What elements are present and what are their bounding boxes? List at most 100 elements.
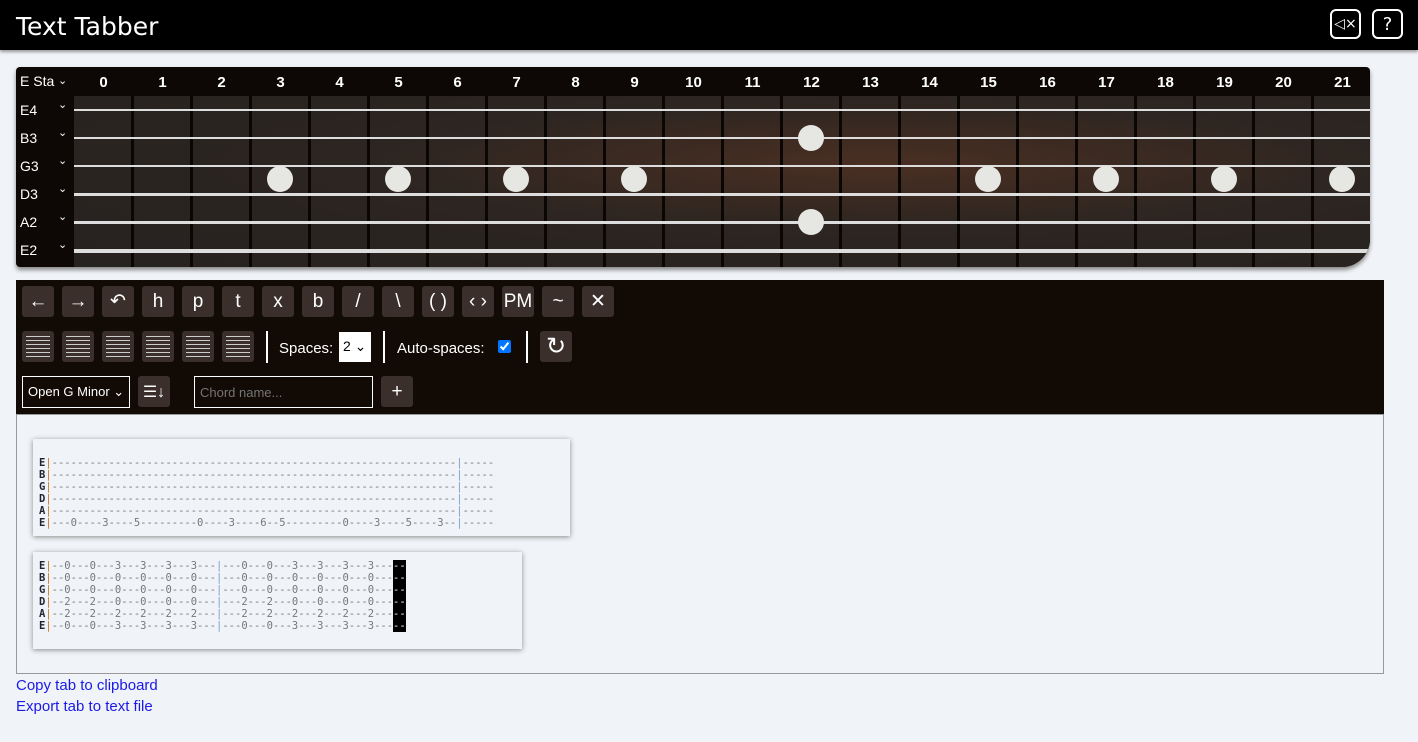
tab-measure[interactable]: ----- (463, 493, 495, 505)
tab-measure[interactable]: ----------------------------------------… (52, 457, 457, 469)
tab-measure[interactable]: ----------------------------------------… (52, 469, 457, 481)
tab-measure[interactable]: --2---2---0---0---0---0--- (52, 596, 216, 608)
fret-marker (1093, 166, 1119, 192)
fret-wire (662, 96, 665, 267)
tab-line[interactable]: G|--------------------------------------… (39, 481, 570, 493)
tab-measure[interactable]: ---0---0---3---3---3---3--- (222, 560, 393, 572)
tab-measure[interactable]: --0---0---0---0---0---0--- (52, 584, 216, 596)
mute-button[interactable]: x (262, 286, 294, 317)
tab-measure[interactable]: --2---2---2---2---2---2--- (52, 608, 216, 620)
tab-line[interactable]: E|--0---0---3---3---3---3---|---0---0---… (39, 560, 522, 572)
hammer-on-button[interactable]: h (142, 286, 174, 317)
chord-name-input[interactable] (194, 376, 373, 408)
tab-line[interactable]: E|---0----3----5---------0----3----6--5-… (39, 517, 570, 529)
tab-line[interactable]: B|--------------------------------------… (39, 469, 570, 481)
tab-measure[interactable]: ----- (463, 505, 495, 517)
tab-measure[interactable]: ---2---2---0---0---0---0--- (222, 596, 393, 608)
fret-marker (975, 166, 1001, 192)
add-bar-button[interactable] (102, 331, 134, 362)
tab-line[interactable]: D|--------------------------------------… (39, 493, 570, 505)
help-button[interactable]: ? (1372, 9, 1403, 39)
remove-staff-button[interactable] (222, 331, 254, 362)
palm-mute-button[interactable]: PM (502, 286, 534, 317)
tab-measure[interactable]: ---2---2---2---2---2---2--- (222, 608, 393, 620)
tab-line[interactable]: G|--0---0---0---0---0---0---|---0---0---… (39, 584, 522, 596)
fretboard[interactable]: E Sta ⌄ 0 1 2 3 4 5 6 7 8 9 10 11 12 13 14 15 16 17 18 19 20… (16, 67, 1370, 267)
chevron-down-icon[interactable]: ⌄ (58, 126, 67, 139)
string-line[interactable] (74, 193, 1370, 196)
tab-measure[interactable]: --0---0---3---3---3---3--- (52, 620, 216, 632)
ghost-note-button[interactable]: ( ) (422, 286, 454, 317)
chevron-down-icon[interactable]: ⌄ (58, 210, 67, 223)
bend-button[interactable]: b (302, 286, 334, 317)
tab-line[interactable]: E|--0---0---3---3---3---3---|---0---0---… (39, 620, 522, 632)
tab-measure[interactable]: ---0---0---0---0---0---0--- (222, 584, 393, 596)
undo-button[interactable]: ↶ (102, 286, 134, 317)
tab-measure[interactable]: ---0---0---3---3---3---3--- (222, 620, 393, 632)
toolbar: Spaces: 2 ⌄ Auto-spaces: ↻ Open G Minor … (16, 280, 1384, 414)
tab-measure[interactable]: ----------------------------------------… (52, 481, 457, 493)
sort-button[interactable]: ☰↓ (138, 376, 170, 407)
add-line-icon (146, 335, 170, 358)
fret-marker (267, 166, 293, 192)
fret-number: 6 (453, 74, 462, 91)
add-staff-button[interactable] (182, 331, 214, 362)
chevron-down-icon[interactable]: ⌄ (58, 74, 67, 87)
move-left-button[interactable]: ← (22, 286, 54, 317)
vibrato-button[interactable]: ~ (542, 286, 574, 317)
delete-line-icon (66, 335, 90, 358)
fret-wire (957, 96, 960, 267)
slide-up-button[interactable]: / (342, 286, 374, 317)
chevron-down-icon[interactable]: ⌄ (58, 182, 67, 195)
tuning-select[interactable]: E Sta (20, 73, 56, 89)
pull-off-button[interactable]: p (182, 286, 214, 317)
slide-down-button[interactable]: \ (382, 286, 414, 317)
tab-measure[interactable]: ---0---0---0---0---0---0--- (222, 572, 393, 584)
spaces-select[interactable]: 2 ⌄ (339, 332, 371, 362)
tab-staff[interactable]: E|--------------------------------------… (33, 439, 570, 536)
export-tab-link[interactable]: Export tab to text file (16, 698, 153, 715)
tab-measure[interactable]: ----------------------------------------… (52, 493, 457, 505)
tab-measure[interactable]: ----------------------------------------… (52, 505, 457, 517)
tab-measure[interactable]: --0---0---0---0---0---0--- (52, 572, 216, 584)
remove-line-button[interactable] (22, 331, 54, 362)
mute-button[interactable]: ◁× (1330, 9, 1361, 39)
tab-measure[interactable]: ----- (463, 457, 495, 469)
tab-measure[interactable]: --0---0---3---3---3---3--- (52, 560, 216, 572)
chevron-down-icon[interactable]: ⌄ (58, 154, 67, 167)
tab-measure[interactable]: ----- (463, 481, 495, 493)
string-line[interactable] (74, 165, 1370, 168)
clear-button[interactable]: ✕ (582, 286, 614, 317)
tab-line[interactable]: A|--2---2---2---2---2---2---|---2---2---… (39, 608, 522, 620)
chord-select[interactable]: Open G Minor ⌄ (22, 376, 130, 408)
tab-line[interactable]: E|--------------------------------------… (39, 457, 570, 469)
tap-button[interactable]: t (222, 286, 254, 317)
copy-tab-link[interactable]: Copy tab to clipboard (16, 677, 158, 694)
harmonic-button[interactable]: ‹ › (462, 286, 494, 317)
tab-line[interactable]: A|--------------------------------------… (39, 505, 570, 517)
sort-icon: ☰↓ (142, 383, 166, 401)
tab-staff[interactable]: E|--0---0---3---3---3---3---|---0---0---… (33, 552, 522, 649)
string-line[interactable] (74, 137, 1370, 139)
fret-wire (1193, 96, 1196, 267)
tab-measure[interactable]: ---0----3----5---------0----3----6--5---… (52, 517, 457, 529)
tab-line[interactable]: D|--2---2---0---0---0---0---|---2---2---… (39, 596, 522, 608)
string-line[interactable] (74, 249, 1370, 253)
move-right-button[interactable]: → (62, 286, 94, 317)
delete-line-button[interactable] (62, 331, 94, 362)
add-chord-button[interactable]: + (381, 376, 413, 407)
tab-line[interactable]: B|--0---0---0---0---0---0---|---0---0---… (39, 572, 522, 584)
chevron-down-icon[interactable]: ⌄ (58, 98, 67, 111)
string-line[interactable] (74, 221, 1370, 225)
refresh-button[interactable]: ↻ (540, 331, 572, 362)
tab-measure[interactable]: ----- (463, 517, 495, 529)
chevron-down-icon[interactable]: ⌄ (58, 238, 67, 251)
divider (266, 331, 268, 363)
tab-editor[interactable]: E|--------------------------------------… (16, 414, 1384, 674)
auto-spaces-checkbox[interactable] (498, 340, 511, 353)
remove-staff-icon (226, 335, 250, 358)
fret-wire (603, 96, 606, 267)
string-line[interactable] (74, 109, 1370, 111)
add-line-button[interactable] (142, 331, 174, 362)
tab-measure[interactable]: ----- (463, 469, 495, 481)
